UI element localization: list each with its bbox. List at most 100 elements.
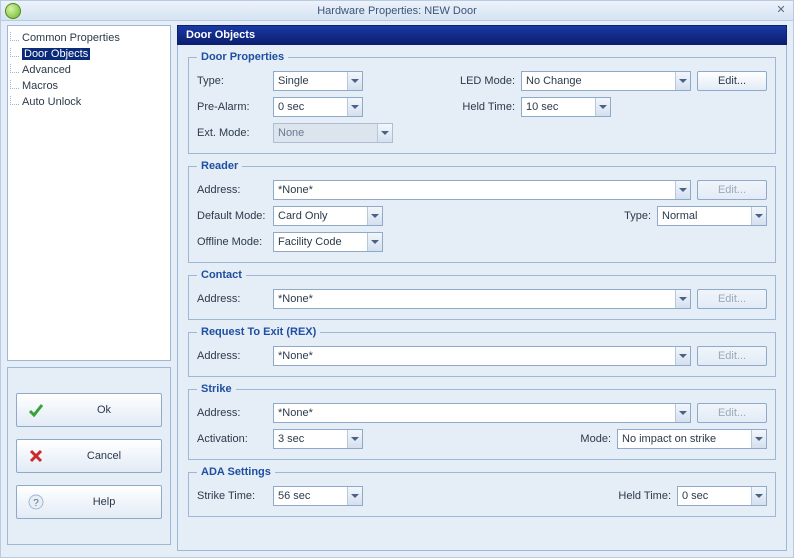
edit-label: Edit... bbox=[718, 350, 746, 362]
strike-time-value: 56 sec bbox=[278, 490, 310, 502]
contact-edit-button[interactable]: Edit... bbox=[697, 289, 767, 309]
cross-icon bbox=[27, 447, 45, 465]
contact-legend: Contact bbox=[197, 269, 246, 281]
strike-address-value: *None* bbox=[278, 407, 313, 419]
nav-item-label: Common Properties bbox=[22, 32, 120, 44]
nav-item-label: Auto Unlock bbox=[22, 96, 81, 108]
strike-mode-dropdown[interactable]: No impact on strike bbox=[617, 429, 767, 449]
offline-mode-label: Offline Mode: bbox=[197, 236, 267, 248]
ok-label: Ok bbox=[57, 404, 151, 416]
ada-legend: ADA Settings bbox=[197, 466, 275, 478]
ada-held-time-value: 0 sec bbox=[682, 490, 708, 502]
rex-address-label: Address: bbox=[197, 350, 267, 362]
ada-held-time-dropdown[interactable]: 0 sec bbox=[677, 486, 767, 506]
edit-label: Edit... bbox=[718, 293, 746, 305]
nav-item-label: Door Objects bbox=[22, 48, 90, 60]
strike-time-dropdown[interactable]: 56 sec bbox=[273, 486, 363, 506]
contact-group: Contact Address: *None* Edit... bbox=[188, 269, 776, 320]
page-title: Door Objects bbox=[177, 25, 787, 45]
help-icon: ? bbox=[27, 493, 45, 511]
door-properties-edit-button[interactable]: Edit... bbox=[697, 71, 767, 91]
nav-item-macros[interactable]: Macros bbox=[10, 78, 168, 94]
ext-mode-dropdown: None bbox=[273, 123, 393, 143]
led-mode-label: LED Mode: bbox=[455, 75, 515, 87]
check-icon bbox=[27, 401, 45, 419]
edit-label: Edit... bbox=[718, 184, 746, 196]
rex-address-dropdown[interactable]: *None* bbox=[273, 346, 691, 366]
pre-alarm-value: 0 sec bbox=[278, 101, 304, 113]
reader-address-dropdown[interactable]: *None* bbox=[273, 180, 691, 200]
default-mode-value: Card Only bbox=[278, 210, 328, 222]
pre-alarm-label: Pre-Alarm: bbox=[197, 101, 267, 113]
type-dropdown[interactable]: Single bbox=[273, 71, 363, 91]
rex-legend: Request To Exit (REX) bbox=[197, 326, 320, 338]
default-mode-dropdown[interactable]: Card Only bbox=[273, 206, 383, 226]
nav-list: Common Properties Door Objects Advanced … bbox=[7, 25, 171, 361]
cancel-button[interactable]: Cancel bbox=[16, 439, 162, 473]
strike-mode-value: No impact on strike bbox=[622, 433, 716, 445]
pre-alarm-dropdown[interactable]: 0 sec bbox=[273, 97, 363, 117]
nav-item-common-properties[interactable]: Common Properties bbox=[10, 30, 168, 46]
nav-panel: Common Properties Door Objects Advanced … bbox=[7, 25, 171, 551]
help-button[interactable]: ? Help bbox=[16, 485, 162, 519]
reader-type-dropdown[interactable]: Normal bbox=[657, 206, 767, 226]
app-icon bbox=[5, 3, 21, 19]
help-label: Help bbox=[57, 496, 151, 508]
activation-label: Activation: bbox=[197, 433, 267, 445]
contact-address-value: *None* bbox=[278, 293, 313, 305]
close-icon[interactable]: ✕ bbox=[773, 3, 789, 19]
reader-edit-button[interactable]: Edit... bbox=[697, 180, 767, 200]
edit-label: Edit... bbox=[718, 407, 746, 419]
held-time-label: Held Time: bbox=[455, 101, 515, 113]
held-time-value: 10 sec bbox=[526, 101, 558, 113]
nav-item-advanced[interactable]: Advanced bbox=[10, 62, 168, 78]
ext-mode-label: Ext. Mode: bbox=[197, 127, 267, 139]
strike-edit-button[interactable]: Edit... bbox=[697, 403, 767, 423]
activation-value: 3 sec bbox=[278, 433, 304, 445]
nav-item-label: Advanced bbox=[22, 64, 71, 76]
reader-group: Reader Address: *None* Edit... Default M… bbox=[188, 160, 776, 263]
rex-group: Request To Exit (REX) Address: *None* Ed… bbox=[188, 326, 776, 377]
contact-address-label: Address: bbox=[197, 293, 267, 305]
main-panel: Door Objects Door Properties Type: Singl… bbox=[177, 25, 787, 551]
reader-type-label: Type: bbox=[601, 210, 651, 222]
strike-legend: Strike bbox=[197, 383, 236, 395]
type-value: Single bbox=[278, 75, 309, 87]
nav-item-auto-unlock[interactable]: Auto Unlock bbox=[10, 94, 168, 110]
default-mode-label: Default Mode: bbox=[197, 210, 267, 222]
content-area: Common Properties Door Objects Advanced … bbox=[7, 25, 787, 551]
door-properties-legend: Door Properties bbox=[197, 51, 288, 63]
nav-item-label: Macros bbox=[22, 80, 58, 92]
action-button-panel: Ok Cancel ? Help bbox=[7, 367, 171, 545]
cancel-label: Cancel bbox=[57, 450, 151, 462]
offline-mode-dropdown[interactable]: Facility Code bbox=[273, 232, 383, 252]
ada-held-time-label: Held Time: bbox=[611, 490, 671, 502]
strike-address-label: Address: bbox=[197, 407, 267, 419]
rex-address-value: *None* bbox=[278, 350, 313, 362]
ada-settings-group: ADA Settings Strike Time: 56 sec Held Ti… bbox=[188, 466, 776, 517]
reader-address-value: *None* bbox=[278, 184, 313, 196]
offline-mode-value: Facility Code bbox=[278, 236, 342, 248]
contact-address-dropdown[interactable]: *None* bbox=[273, 289, 691, 309]
rex-edit-button[interactable]: Edit... bbox=[697, 346, 767, 366]
strike-address-dropdown[interactable]: *None* bbox=[273, 403, 691, 423]
ok-button[interactable]: Ok bbox=[16, 393, 162, 427]
reader-type-value: Normal bbox=[662, 210, 697, 222]
titlebar: Hardware Properties: NEW Door ✕ bbox=[1, 1, 793, 21]
strike-time-label: Strike Time: bbox=[197, 490, 267, 502]
nav-item-door-objects[interactable]: Door Objects bbox=[10, 46, 168, 62]
led-mode-dropdown[interactable]: No Change bbox=[521, 71, 691, 91]
type-label: Type: bbox=[197, 75, 267, 87]
reader-address-label: Address: bbox=[197, 184, 267, 196]
led-mode-value: No Change bbox=[526, 75, 582, 87]
held-time-dropdown[interactable]: 10 sec bbox=[521, 97, 611, 117]
window-title: Hardware Properties: NEW Door bbox=[317, 5, 477, 17]
form-area: Door Properties Type: Single LED Mode: N… bbox=[177, 45, 787, 551]
hardware-properties-window: Hardware Properties: NEW Door ✕ Common P… bbox=[0, 0, 794, 558]
ext-mode-value: None bbox=[278, 127, 304, 139]
strike-group: Strike Address: *None* Edit... Activatio… bbox=[188, 383, 776, 460]
activation-dropdown[interactable]: 3 sec bbox=[273, 429, 363, 449]
edit-label: Edit... bbox=[718, 75, 746, 87]
strike-mode-label: Mode: bbox=[571, 433, 611, 445]
reader-legend: Reader bbox=[197, 160, 242, 172]
